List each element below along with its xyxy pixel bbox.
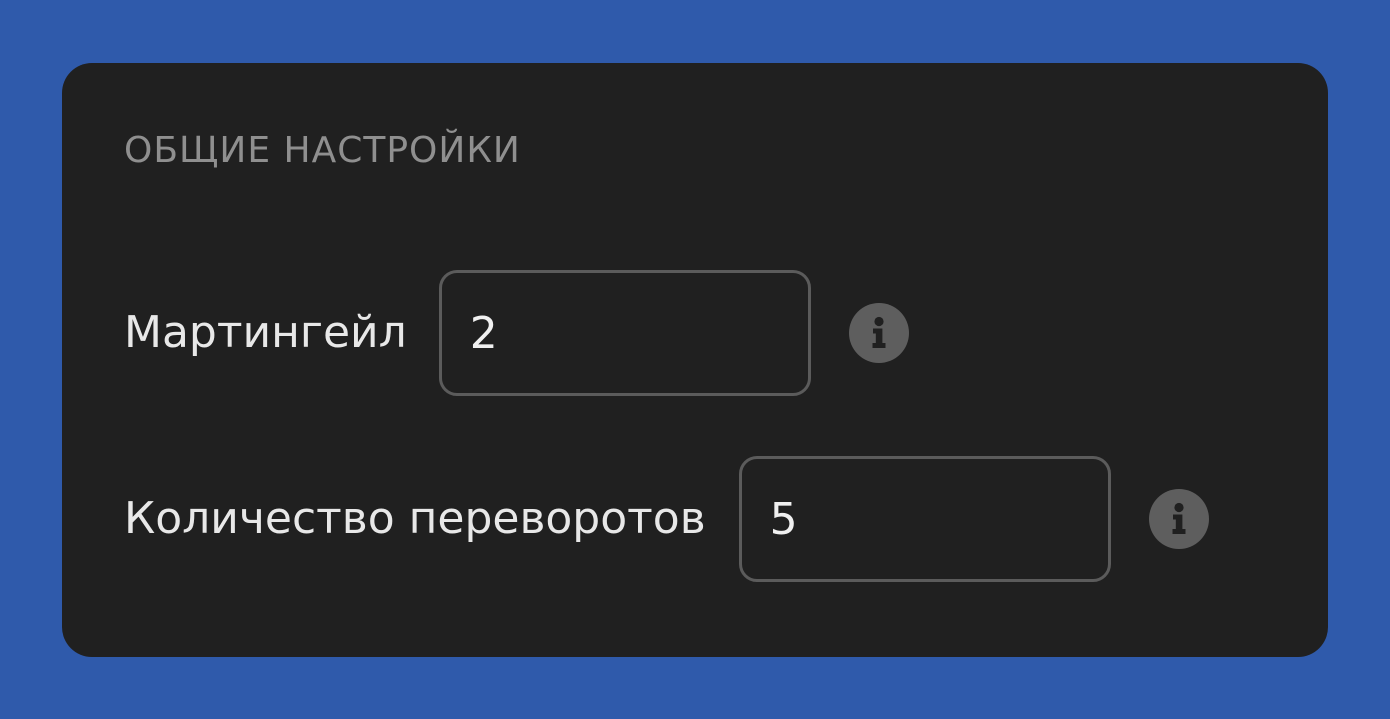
flips-count-input[interactable] (738, 456, 1111, 582)
section-title: ОБЩИЕ НАСТРОЙКИ (124, 130, 521, 171)
info-icon[interactable] (848, 303, 909, 363)
martingale-setting-row: Мартингейл (124, 270, 909, 396)
martingale-input[interactable] (438, 270, 811, 396)
flips-count-setting-row: Количество переворотов (124, 456, 1209, 582)
info-icon[interactable] (1148, 489, 1209, 549)
flips-count-label: Количество переворотов (124, 493, 706, 544)
general-settings-panel: ОБЩИЕ НАСТРОЙКИ Мартингейл Количество пе… (62, 63, 1328, 657)
martingale-label: Мартингейл (124, 307, 407, 358)
